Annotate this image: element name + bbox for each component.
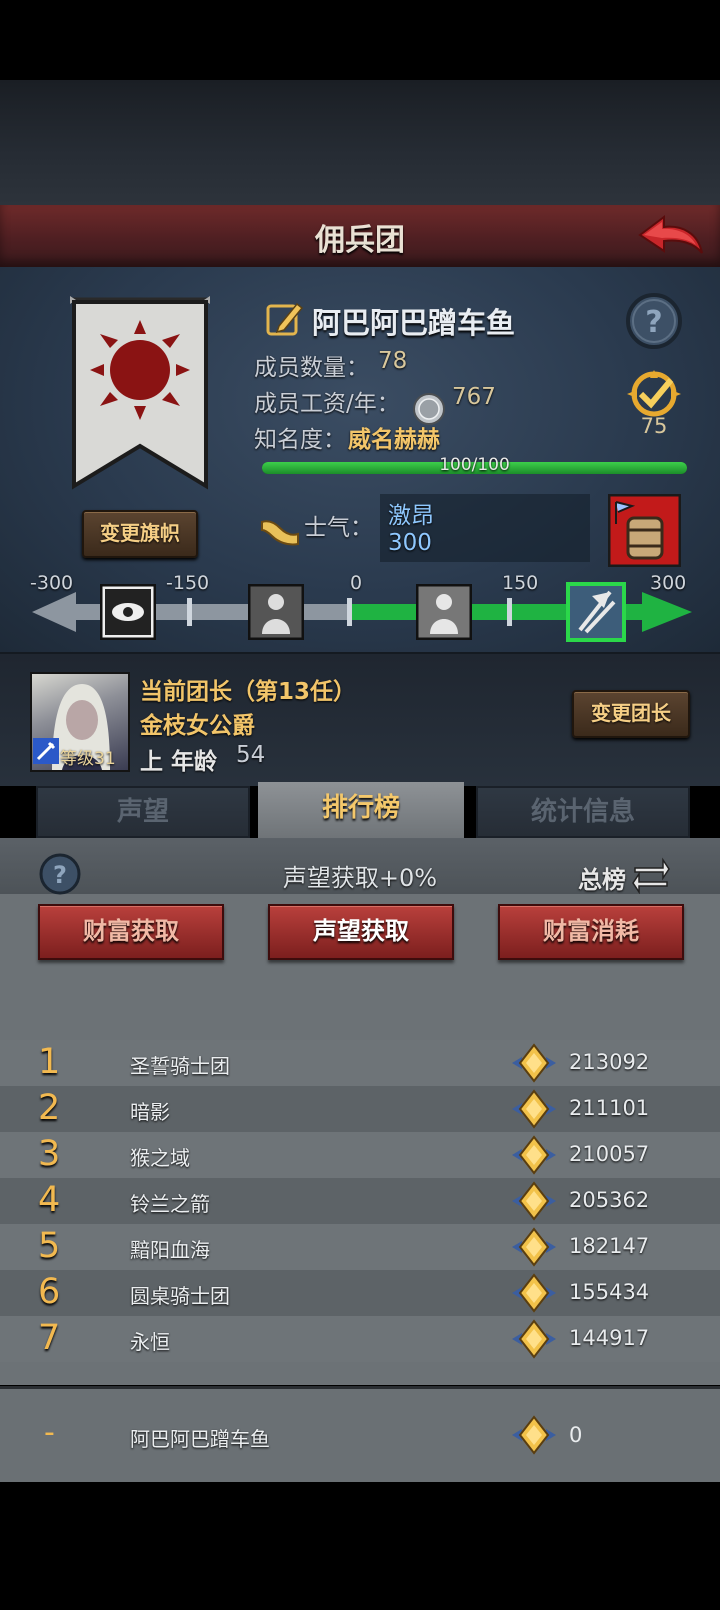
filter-wealth-gain-button[interactable]: 财富获取 (38, 904, 224, 960)
table-row[interactable]: 4 铃兰之箭 205362 (0, 1178, 720, 1224)
score-cell: 155434 (569, 1280, 650, 1304)
rank-number: 3 (38, 1134, 61, 1174)
medal-icon (512, 1227, 556, 1267)
fame-value: 威名赫赫 (348, 427, 440, 453)
guild-name: 阿巴阿巴蹭车鱼 (312, 306, 516, 340)
table-row[interactable]: 1 圣誓骑士团 213092 (0, 1040, 720, 1086)
medal-icon (512, 1089, 556, 1129)
medal-icon (512, 1043, 556, 1083)
guild-name-cell: 永恒 (130, 1330, 170, 1354)
ranking-list[interactable]: 1 圣誓骑士团 213092 2 暗影 211101 3 猴之域 210057 4 铃兰之箭 2053… (0, 1040, 720, 1380)
morale-tick-label: 150 (502, 572, 539, 594)
morale-tick-label: -150 (166, 572, 210, 594)
medal-icon (512, 1273, 556, 1313)
sword-class-icon (33, 738, 59, 764)
medal-icon (512, 1415, 556, 1455)
rank-number: 2 (38, 1088, 61, 1128)
table-row[interactable]: 6 圆桌骑士团 155434 (0, 1270, 720, 1316)
morale-tick-label: -300 (30, 572, 74, 594)
leader-level: 等级31 (60, 749, 116, 769)
title-bar: 佣兵团 (0, 205, 720, 269)
morale-calm-figure-icon (416, 584, 472, 640)
rank-badge-icon (627, 370, 681, 417)
morale-tick-label: 300 (650, 572, 687, 594)
leader-age-label: 上 年龄 (140, 749, 218, 775)
medal-icon (512, 1181, 556, 1221)
morale-sad-figure-icon (248, 584, 304, 640)
morale-eye-icon (100, 584, 156, 640)
guild-name-cell: 圣誓骑士团 (130, 1054, 230, 1078)
table-row[interactable]: 5 黯阳血海 182147 (0, 1224, 720, 1270)
score-cell: 205362 (569, 1188, 650, 1212)
score-cell: 211101 (569, 1096, 650, 1120)
members-label: 成员数量： (254, 355, 369, 381)
guild-rank-value: 75 (640, 414, 668, 438)
guild-name-cell: 圆桌骑士团 (130, 1284, 230, 1308)
table-row[interactable]: 2 暗影 211101 (0, 1086, 720, 1132)
score-cell: 182147 (569, 1234, 650, 1258)
total-ranking-label[interactable]: 总榜 (578, 860, 626, 895)
change-banner-button[interactable]: 变更旗帜 (82, 510, 198, 558)
medal-icon (512, 1319, 556, 1359)
score-cell: 144917 (569, 1326, 650, 1350)
morale-state: 激昂 (388, 503, 434, 529)
my-score: 0 (569, 1423, 583, 1447)
fame-label: 知名度： (254, 427, 346, 453)
guild-name-cell: 黯阳血海 (130, 1238, 210, 1262)
horn-icon (261, 520, 299, 546)
table-row[interactable]: 3 猴之域 210057 (0, 1132, 720, 1178)
barrel-icon[interactable] (608, 494, 681, 567)
rank-number: 5 (38, 1226, 61, 1266)
medal-icon (512, 1135, 556, 1175)
rank-number: 4 (38, 1180, 61, 1220)
morale-value: 300 (388, 530, 432, 556)
guild-banner-icon (70, 296, 210, 490)
my-guild-name: 阿巴阿巴蹭车鱼 (130, 1427, 270, 1451)
leader-age-value: 54 (236, 742, 266, 768)
filter-wealth-spend-button[interactable]: 财富消耗 (498, 904, 684, 960)
morale-tick-label: 0 (350, 572, 363, 594)
guild-name-cell: 暗影 (130, 1100, 170, 1124)
filter-fame-gain-button[interactable]: 声望获取 (268, 904, 454, 960)
guild-name-cell: 铃兰之箭 (130, 1192, 210, 1216)
my-rank: - (44, 1415, 55, 1450)
rank-number: 7 (38, 1318, 61, 1358)
score-cell: 213092 (569, 1050, 650, 1074)
members-value: 78 (378, 348, 408, 374)
help-icon[interactable]: ? (625, 292, 683, 350)
bottom-area (0, 1482, 720, 1610)
top-background (0, 80, 720, 205)
salary-value: 767 (452, 384, 496, 410)
svg-text:?: ? (645, 305, 662, 340)
guild-name-cell: 猴之域 (130, 1146, 190, 1170)
leader-name: 金枝女公爵 (140, 713, 255, 739)
tab-statistics[interactable]: 统计信息 (476, 786, 690, 838)
my-guild-row: - 阿巴阿巴蹭车鱼 0 (0, 1386, 720, 1485)
edit-icon[interactable] (265, 298, 305, 338)
leader-title: 当前团长（第13任） (140, 679, 357, 705)
fame-progress-text: 100/100 (439, 455, 510, 475)
morale-label: 士气： (304, 515, 373, 541)
swap-icon[interactable] (631, 856, 671, 894)
score-cell: 210057 (569, 1142, 650, 1166)
page-title: 佣兵团 (315, 223, 405, 258)
tab-ranking[interactable]: 排行榜 (258, 782, 464, 838)
change-leader-button[interactable]: 变更团长 (572, 690, 690, 738)
back-arrow-icon[interactable] (634, 211, 706, 263)
morale-victory-icon (566, 582, 626, 642)
rank-number: 1 (38, 1042, 61, 1082)
salary-label: 成员工资/年： (254, 391, 400, 417)
rank-number: 6 (38, 1272, 61, 1312)
table-row[interactable]: 7 永恒 144917 (0, 1316, 720, 1362)
tab-fame[interactable]: 声望 (36, 786, 250, 838)
